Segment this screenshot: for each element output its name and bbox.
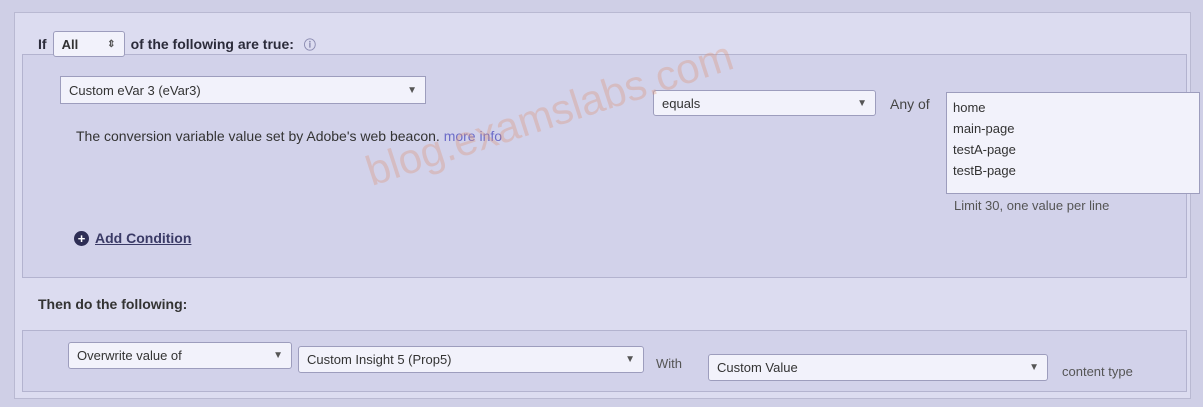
action-select[interactable]: Overwrite value of ▼ (68, 342, 292, 369)
limit-note: Limit 30, one value per line (954, 198, 1110, 213)
variable-value: Custom eVar 3 (eVar3) (69, 82, 201, 98)
chevron-down-icon: ▼ (625, 354, 635, 365)
rule-header: If All ⇕ of the following are true: ⓘ (38, 31, 316, 57)
chevron-down-icon: ▼ (857, 97, 867, 109)
value-source-value: Custom Value (717, 360, 798, 375)
value-line: home (953, 100, 986, 115)
any-of-label: Any of (890, 96, 930, 112)
chevron-down-icon: ▼ (273, 350, 283, 361)
value-line: testA-page (953, 142, 1016, 157)
with-label: With (656, 356, 682, 371)
variable-description: The conversion variable value set by Ado… (76, 128, 502, 144)
match-all-value: All (61, 36, 79, 52)
plus-circle-icon: + (74, 230, 89, 246)
add-condition-button[interactable]: + Add Condition (74, 230, 191, 246)
target-variable-select[interactable]: Custom Insight 5 (Prop5) ▼ (298, 346, 644, 373)
info-icon[interactable]: ⓘ (304, 36, 316, 53)
action-value: Overwrite value of (77, 348, 182, 363)
updown-icon: ⇕ (107, 38, 116, 50)
value-line: testB-page (953, 163, 1016, 178)
add-condition-label: Add Condition (95, 230, 192, 246)
value-source-select[interactable]: Custom Value ▼ (708, 354, 1048, 381)
if-label: If (38, 36, 47, 52)
target-value: Custom Insight 5 (Prop5) (307, 352, 452, 367)
then-heading: Then do the following: (38, 296, 188, 312)
description-text: The conversion variable value set by Ado… (76, 128, 440, 144)
operator-value: equals (662, 95, 701, 111)
match-all-select[interactable]: All ⇕ (52, 31, 125, 57)
variable-select[interactable]: Custom eVar 3 (eVar3) ▼ (60, 76, 426, 104)
operator-select[interactable]: equals ▼ (653, 90, 876, 116)
value-line: main-page (953, 121, 1015, 136)
values-textarea[interactable]: home main-page testA-page testB-page (946, 92, 1200, 194)
more-info-link[interactable]: more info (444, 128, 502, 144)
content-type-label: content type (1062, 364, 1133, 379)
chevron-down-icon: ▼ (407, 84, 417, 96)
chevron-down-icon: ▼ (1029, 362, 1039, 373)
following-true-label: of the following are true: (130, 36, 294, 52)
